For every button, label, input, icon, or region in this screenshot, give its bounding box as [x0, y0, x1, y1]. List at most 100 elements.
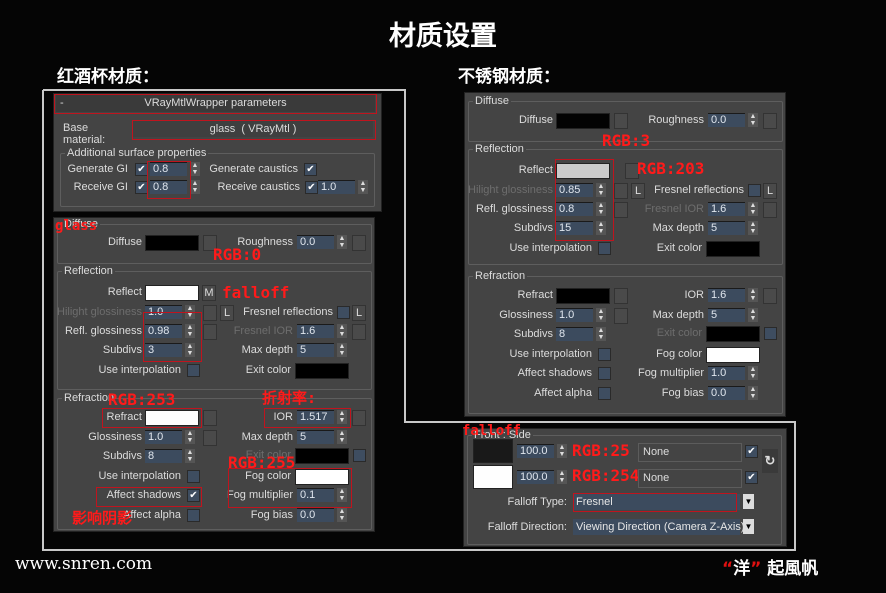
glass-refr-max-depth-spinner[interactable]: 5 ▲ ▼: [297, 430, 347, 444]
spinner-arrows-icon[interactable]: ▲ ▼: [748, 202, 758, 216]
steel-ior-spinner-value[interactable]: 1.6: [708, 288, 745, 302]
side-map-checkbox[interactable]: ✔: [745, 471, 758, 484]
steel-refr-max-depth-spinner[interactable]: 5 ▲ ▼: [708, 308, 758, 322]
steel-fresnel-ior-spinner-value[interactable]: 1.6: [708, 202, 745, 216]
steel-glossiness-label: Glossiness: [499, 309, 553, 321]
spinner-arrows-icon[interactable]: ▲ ▼: [557, 444, 567, 458]
steel-ior-map-button[interactable]: [763, 288, 777, 304]
rgb254-annotation: RGB:254: [572, 466, 640, 485]
generate-gi-label: Generate GI: [67, 163, 128, 175]
glass-reflect-map-button[interactable]: M: [202, 285, 216, 301]
steel-fog-color-label: Fog color: [656, 348, 702, 360]
glass-fog-bias-spinner-value[interactable]: 0.0: [297, 508, 334, 522]
dropdown-arrow-icon[interactable]: ▼: [743, 494, 754, 509]
glass-refl-gloss-label: Refl. glossiness: [64, 325, 142, 337]
side-map-button[interactable]: None: [638, 469, 742, 488]
spinner-arrows-icon[interactable]: ▲ ▼: [358, 180, 368, 194]
generate-caustics-checkbox[interactable]: ✔: [304, 163, 317, 176]
highlight-base-material: [132, 120, 376, 140]
rgb0-annotation: RGB:0: [213, 245, 262, 264]
steel-fresnel-ior-spinner[interactable]: 1.6 ▲ ▼: [708, 202, 758, 216]
glass-refr-exit-swatch[interactable]: [295, 448, 349, 464]
spinner-arrows-icon[interactable]: ▲ ▼: [337, 343, 347, 357]
side-amount-spinner-value[interactable]: 100.0: [517, 470, 554, 484]
glass-max-depth-spinner[interactable]: 5 ▲ ▼: [297, 343, 347, 357]
steel-max-depth-spinner[interactable]: 5 ▲ ▼: [708, 221, 758, 235]
steel-refr-exit-checkbox[interactable]: [764, 327, 777, 340]
spinner-arrows-icon[interactable]: ▲ ▼: [337, 235, 347, 249]
glass-roughness-spinner[interactable]: 0.0 ▲ ▼: [297, 235, 347, 249]
receive-caustics-checkbox[interactable]: ✔: [305, 181, 318, 194]
highlight-fog: [228, 468, 352, 508]
front-amount-spinner[interactable]: 100.0 ▲ ▼: [517, 444, 567, 458]
glass-roughness-map-button[interactable]: [352, 235, 366, 251]
steel-fog-mult-spinner[interactable]: 1.0 ▲ ▼: [708, 366, 758, 380]
receive-caustics-spinner[interactable]: 1.0 ▲ ▼: [318, 180, 368, 194]
steel-roughness-spinner-value[interactable]: 0.0: [708, 113, 745, 127]
steel-refl-gloss-label: Refl. glossiness: [475, 203, 553, 215]
steel-ior-spinner[interactable]: 1.6 ▲ ▼: [708, 288, 758, 302]
front-amount-spinner-value[interactable]: 100.0: [517, 444, 554, 458]
glass-fresnel-ior-spinner-value[interactable]: 1.6: [297, 324, 334, 338]
falloff-direction-dropdown[interactable]: Viewing Direction (Camera Z-Axis): [573, 519, 745, 535]
falloff-direction-label: Falloff Direction:: [487, 521, 567, 533]
spinner-arrows-icon[interactable]: ▲ ▼: [557, 470, 567, 484]
quote-close: ”: [750, 559, 762, 579]
quote-open: “: [722, 559, 734, 579]
front-map-checkbox[interactable]: ✔: [745, 445, 758, 458]
spinner-arrows-icon[interactable]: ▲ ▼: [748, 308, 758, 322]
steel-fog-bias-spinner[interactable]: 0.0 ▲ ▼: [708, 386, 758, 400]
glass-roughness-spinner-value[interactable]: 0.0: [297, 235, 334, 249]
steel-refr-exit-swatch[interactable]: [706, 326, 760, 342]
steel-fog-color-swatch[interactable]: [706, 347, 760, 363]
glass-fresnel-ior-map-button[interactable]: [352, 324, 366, 340]
swap-colors-button[interactable]: ↻: [762, 449, 778, 473]
glass-fog-bias-spinner[interactable]: 0.0 ▲ ▼: [297, 508, 347, 522]
steel-refr-subdivs-label: Subdivs: [513, 328, 553, 340]
steel-fresnel-checkbox[interactable]: [748, 184, 761, 197]
steel-fresnel-ior-map-button[interactable]: [763, 202, 777, 218]
glass-fresnel-ior-spinner[interactable]: 1.6 ▲ ▼: [297, 324, 347, 338]
falloff-annotation: falloff: [222, 283, 290, 302]
glass-refr-max-depth-spinner-value[interactable]: 5: [297, 430, 334, 444]
front-color-swatch[interactable]: [473, 439, 513, 463]
steel-refr-max-depth-spinner-value[interactable]: 5: [708, 308, 745, 322]
spinner-arrows-icon[interactable]: ▲ ▼: [748, 113, 758, 127]
steel-refr-exit-label: Exit color: [656, 327, 702, 339]
author-name: 起風帆: [767, 559, 819, 579]
spinner-arrows-icon[interactable]: ▲ ▼: [337, 430, 347, 444]
glass-diffuse-label: Diffuse: [107, 236, 142, 248]
glass-max-depth-spinner-value[interactable]: 5: [297, 343, 334, 357]
spinner-arrows-icon[interactable]: ▲ ▼: [748, 386, 758, 400]
steel-roughness-map-button[interactable]: [763, 113, 777, 129]
spinner-arrows-icon[interactable]: ▲ ▼: [748, 288, 758, 302]
author-signature: “洋” 起風帆: [722, 554, 818, 579]
spinner-arrows-icon[interactable]: ▲ ▼: [337, 324, 347, 338]
spinner-arrows-icon[interactable]: ▲ ▼: [748, 221, 758, 235]
glass-fresnel-checkbox[interactable]: [337, 306, 350, 319]
receive-caustics-spinner-value[interactable]: 1.0: [318, 180, 355, 194]
steel-fresnel-lock-button[interactable]: L: [763, 183, 777, 199]
steel-roughness-label: Roughness: [648, 114, 704, 126]
steel-refract-label: Refract: [517, 289, 553, 301]
steel-diffuse-group-title: Diffuse: [473, 95, 512, 107]
steel-fog-bias-spinner-value[interactable]: 0.0: [708, 386, 745, 400]
spinner-arrows-icon[interactable]: ▲ ▼: [337, 508, 347, 522]
steel-exit-color-swatch[interactable]: [706, 241, 760, 257]
glass-fresnel-lock-button[interactable]: L: [352, 305, 366, 321]
steel-roughness-spinner[interactable]: 0.0 ▲ ▼: [708, 113, 758, 127]
dropdown-arrow-icon[interactable]: ▼: [743, 519, 754, 534]
glass-exit-color-label: Exit color: [245, 364, 291, 376]
rgb253-annotation: RGB:253: [108, 390, 176, 409]
side-amount-spinner[interactable]: 100.0 ▲ ▼: [517, 470, 567, 484]
steel-max-depth-spinner-value[interactable]: 5: [708, 221, 745, 235]
front-map-button[interactable]: None: [638, 443, 742, 462]
glass-exit-color-swatch[interactable]: [295, 363, 349, 379]
side-color-swatch[interactable]: [473, 465, 513, 489]
spinner-arrows-icon[interactable]: ▲ ▼: [748, 366, 758, 380]
glass-refr-exit-checkbox[interactable]: [353, 449, 366, 462]
additional-surface-group-title: Additional surface properties: [65, 147, 209, 159]
glass-ior-map-button[interactable]: [352, 410, 366, 426]
steel-fog-mult-spinner-value[interactable]: 1.0: [708, 366, 745, 380]
glass-reflect-swatch[interactable]: [145, 285, 199, 301]
